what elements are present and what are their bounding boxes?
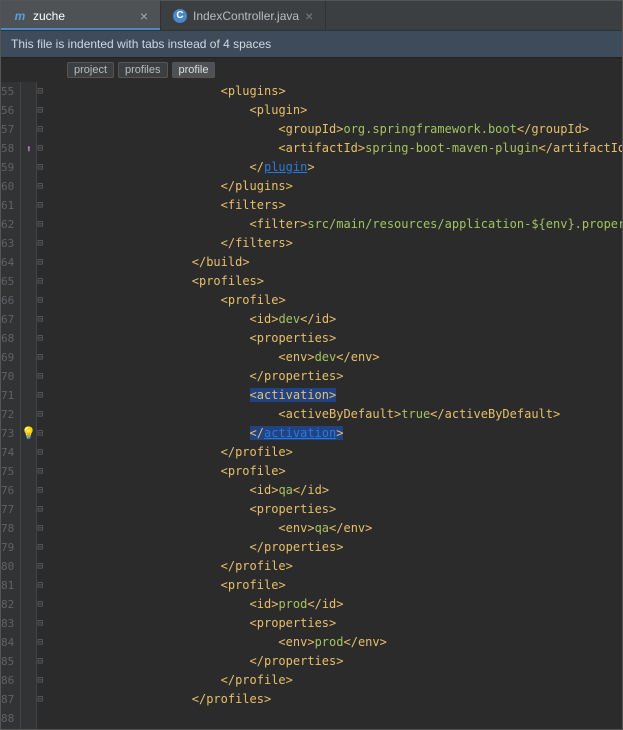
code-line[interactable]: <filter>src/main/resources/application-$…	[47, 215, 622, 234]
breadcrumb-profiles[interactable]: profiles	[118, 62, 167, 78]
code-line[interactable]: <properties>	[47, 614, 622, 633]
close-icon[interactable]: ×	[140, 8, 148, 24]
file-type-icon: C	[173, 9, 187, 23]
code-line[interactable]: </profiles>	[47, 690, 622, 709]
code-line[interactable]: </properties>	[47, 367, 622, 386]
code-line[interactable]: </project>	[47, 728, 622, 729]
indent-warning-bar[interactable]: This file is indented with tabs instead …	[1, 31, 622, 58]
code-line[interactable]: </profile>	[47, 671, 622, 690]
code-line[interactable]: </plugins>	[47, 177, 622, 196]
code-line[interactable]: <plugins>	[47, 82, 622, 101]
code-line[interactable]: <groupId>org.springframework.boot</group…	[47, 120, 622, 139]
code-line[interactable]: <id>prod</id>	[47, 595, 622, 614]
code-line[interactable]: <id>qa</id>	[47, 481, 622, 500]
code-line[interactable]: <env>dev</env>	[47, 348, 622, 367]
code-area[interactable]: <plugins> <plugin> <groupId>org.springfr…	[43, 82, 622, 729]
code-line[interactable]: <env>prod</env>	[47, 633, 622, 652]
code-line[interactable]: </plugin>	[47, 158, 622, 177]
editor-window: mzuche × C IndexController.java × This file …	[0, 0, 623, 730]
code-line[interactable]: </activation>	[47, 424, 622, 443]
code-line[interactable]: <env>qa</env>	[47, 519, 622, 538]
breadcrumb-project[interactable]: project	[67, 62, 114, 78]
tab-IndexController-java[interactable]: C IndexController.java ×	[161, 1, 326, 30]
code-line[interactable]: <activation>	[47, 386, 622, 405]
close-icon[interactable]: ×	[305, 8, 313, 24]
code-line[interactable]: <properties>	[47, 329, 622, 348]
override-icon[interactable]: ⬆	[26, 144, 32, 155]
code-line[interactable]: <profiles>	[47, 272, 622, 291]
line-number-gutter: 5556575859606162636465666768697071727374…	[1, 82, 21, 729]
intention-bulb-icon[interactable]: 💡	[21, 426, 36, 440]
code-line[interactable]: <profile>	[47, 576, 622, 595]
code-line[interactable]: <properties>	[47, 500, 622, 519]
breadcrumb: projectprofiles profile	[61, 58, 622, 82]
file-type-icon: m	[13, 9, 27, 23]
tab-label: IndexController.java	[193, 9, 299, 23]
code-line[interactable]: <filters>	[47, 196, 622, 215]
code-line[interactable]	[47, 709, 622, 728]
tab-zuche[interactable]: mzuche ×	[1, 1, 161, 30]
code-line[interactable]: </filters>	[47, 234, 622, 253]
code-line[interactable]: </properties>	[47, 652, 622, 671]
code-line[interactable]: <activeByDefault>true</activeByDefault>	[47, 405, 622, 424]
code-line[interactable]: <profile>	[47, 291, 622, 310]
code-line[interactable]: </profile>	[47, 443, 622, 462]
code-line[interactable]: </profile>	[47, 557, 622, 576]
code-line[interactable]: </build>	[47, 253, 622, 272]
code-line[interactable]: </properties>	[47, 538, 622, 557]
code-line[interactable]: <plugin>	[47, 101, 622, 120]
tab-bar: mzuche × C IndexController.java ×	[1, 1, 622, 31]
code-line[interactable]: <profile>	[47, 462, 622, 481]
code-line[interactable]: <artifactId>spring-boot-maven-plugin</ar…	[47, 139, 622, 158]
code-editor[interactable]: 5556575859606162636465666768697071727374…	[1, 82, 622, 729]
breadcrumb-profile[interactable]: profile	[172, 62, 216, 78]
icon-gutter: ⬆💡	[21, 82, 37, 729]
tab-label: zuche	[33, 9, 65, 23]
code-line[interactable]: <id>dev</id>	[47, 310, 622, 329]
